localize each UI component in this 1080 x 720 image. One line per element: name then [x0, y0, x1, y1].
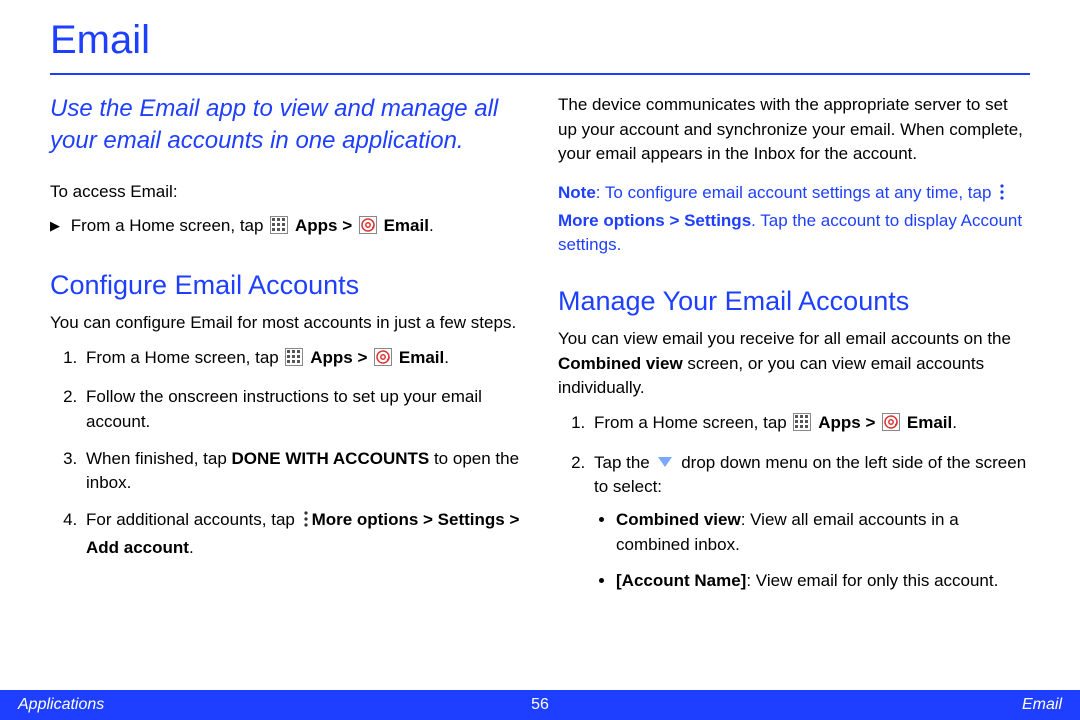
gt-3: >	[865, 413, 875, 432]
access-step: ▶ From a Home screen, tap Apps > Email.	[50, 214, 522, 242]
period-1: .	[429, 216, 434, 235]
manage-step-2: Tap the drop down menu on the left side …	[590, 451, 1030, 594]
intro-text: Use the Email app to view and manage all…	[50, 93, 522, 158]
email-label-2: Email	[399, 348, 444, 367]
manage-lead-a: You can view email you receive for all e…	[558, 329, 1011, 348]
page-footer: Applications 56 Email	[0, 690, 1080, 720]
more-options-icon	[302, 510, 310, 536]
configure-step-1: From a Home screen, tap Apps > Email.	[82, 346, 522, 374]
configure-lead: You can configure Email for most account…	[50, 311, 522, 336]
option-combined-view: Combined view: View all email accounts i…	[616, 508, 1030, 557]
configure-step-2: Follow the onscreen instructions to set …	[82, 385, 522, 434]
page-title: Email	[50, 18, 1030, 63]
mg-s2-a: Tap the	[594, 453, 655, 472]
access-heading: To access Email:	[50, 180, 522, 205]
apps-grid-icon	[793, 413, 811, 439]
dropdown-triangle-icon	[657, 451, 673, 476]
opt2-a: [Account Name]	[616, 571, 746, 590]
manage-step-1: From a Home screen, tap Apps > Email.	[590, 411, 1030, 439]
apps-label: Apps	[295, 216, 338, 235]
email-at-icon	[374, 348, 392, 374]
content-columns: Use the Email app to view and manage all…	[50, 93, 1030, 606]
manage-steps: From a Home screen, tap Apps > Email. Ta…	[558, 411, 1030, 594]
period-2: .	[444, 348, 449, 367]
left-column: Use the Email app to view and manage all…	[50, 93, 522, 606]
footer-left: Applications	[18, 696, 104, 714]
mg-s1-prefix: From a Home screen, tap	[594, 413, 787, 432]
apps-label: Apps	[818, 413, 861, 432]
apps-grid-icon	[270, 216, 288, 242]
play-marker-icon: ▶	[50, 217, 60, 236]
apps-grid-icon	[285, 348, 303, 374]
option-account-name: [Account Name]: View email for only this…	[616, 569, 1030, 594]
period-3: .	[952, 413, 957, 432]
configure-steps: From a Home screen, tap Apps > Email. Fo…	[50, 346, 522, 560]
cfg-s4-c: .	[189, 538, 194, 557]
footer-page-number: 56	[531, 696, 549, 714]
access-step-prefix: From a Home screen, tap	[71, 216, 264, 235]
gt-1: >	[342, 216, 352, 235]
opt1-a: Combined view	[616, 510, 741, 529]
title-rule	[50, 73, 1030, 75]
configure-step-4: For additional accounts, tap More option…	[82, 508, 522, 560]
footer-right: Email	[1022, 696, 1062, 714]
cfg-s4-a: For additional accounts, tap	[86, 510, 300, 529]
gt-2: >	[357, 348, 367, 367]
configure-step-3: When finished, tap DONE WITH ACCOUNTS to…	[82, 447, 522, 496]
more-options-icon	[998, 183, 1006, 209]
apps-label: Apps	[310, 348, 353, 367]
email-at-icon	[882, 413, 900, 439]
note-b: : To configure email account settings at…	[596, 183, 996, 202]
manual-page: Email Use the Email app to view and mana…	[0, 0, 1080, 720]
cfg-s3-b: DONE WITH ACCOUNTS	[232, 449, 430, 468]
note-paragraph: Note: To configure email account setting…	[558, 181, 1030, 258]
email-label-3: Email	[907, 413, 952, 432]
opt2-b: : View email for only this account.	[746, 571, 998, 590]
manage-lead: You can view email you receive for all e…	[558, 327, 1030, 401]
cfg-s1-prefix: From a Home screen, tap	[86, 348, 279, 367]
manage-heading: Manage Your Email Accounts	[558, 282, 1030, 321]
configure-heading: Configure Email Accounts	[50, 266, 522, 305]
note-c: More options > Settings	[558, 211, 751, 230]
cfg-s3-a: When finished, tap	[86, 449, 232, 468]
note-label: Note	[558, 183, 596, 202]
manage-lead-b: Combined view	[558, 354, 683, 373]
email-at-icon	[359, 216, 377, 242]
sync-paragraph: The device communicates with the appropr…	[558, 93, 1030, 167]
right-column: The device communicates with the appropr…	[558, 93, 1030, 606]
email-label-1: Email	[384, 216, 429, 235]
dropdown-options: Combined view: View all email accounts i…	[594, 508, 1030, 594]
